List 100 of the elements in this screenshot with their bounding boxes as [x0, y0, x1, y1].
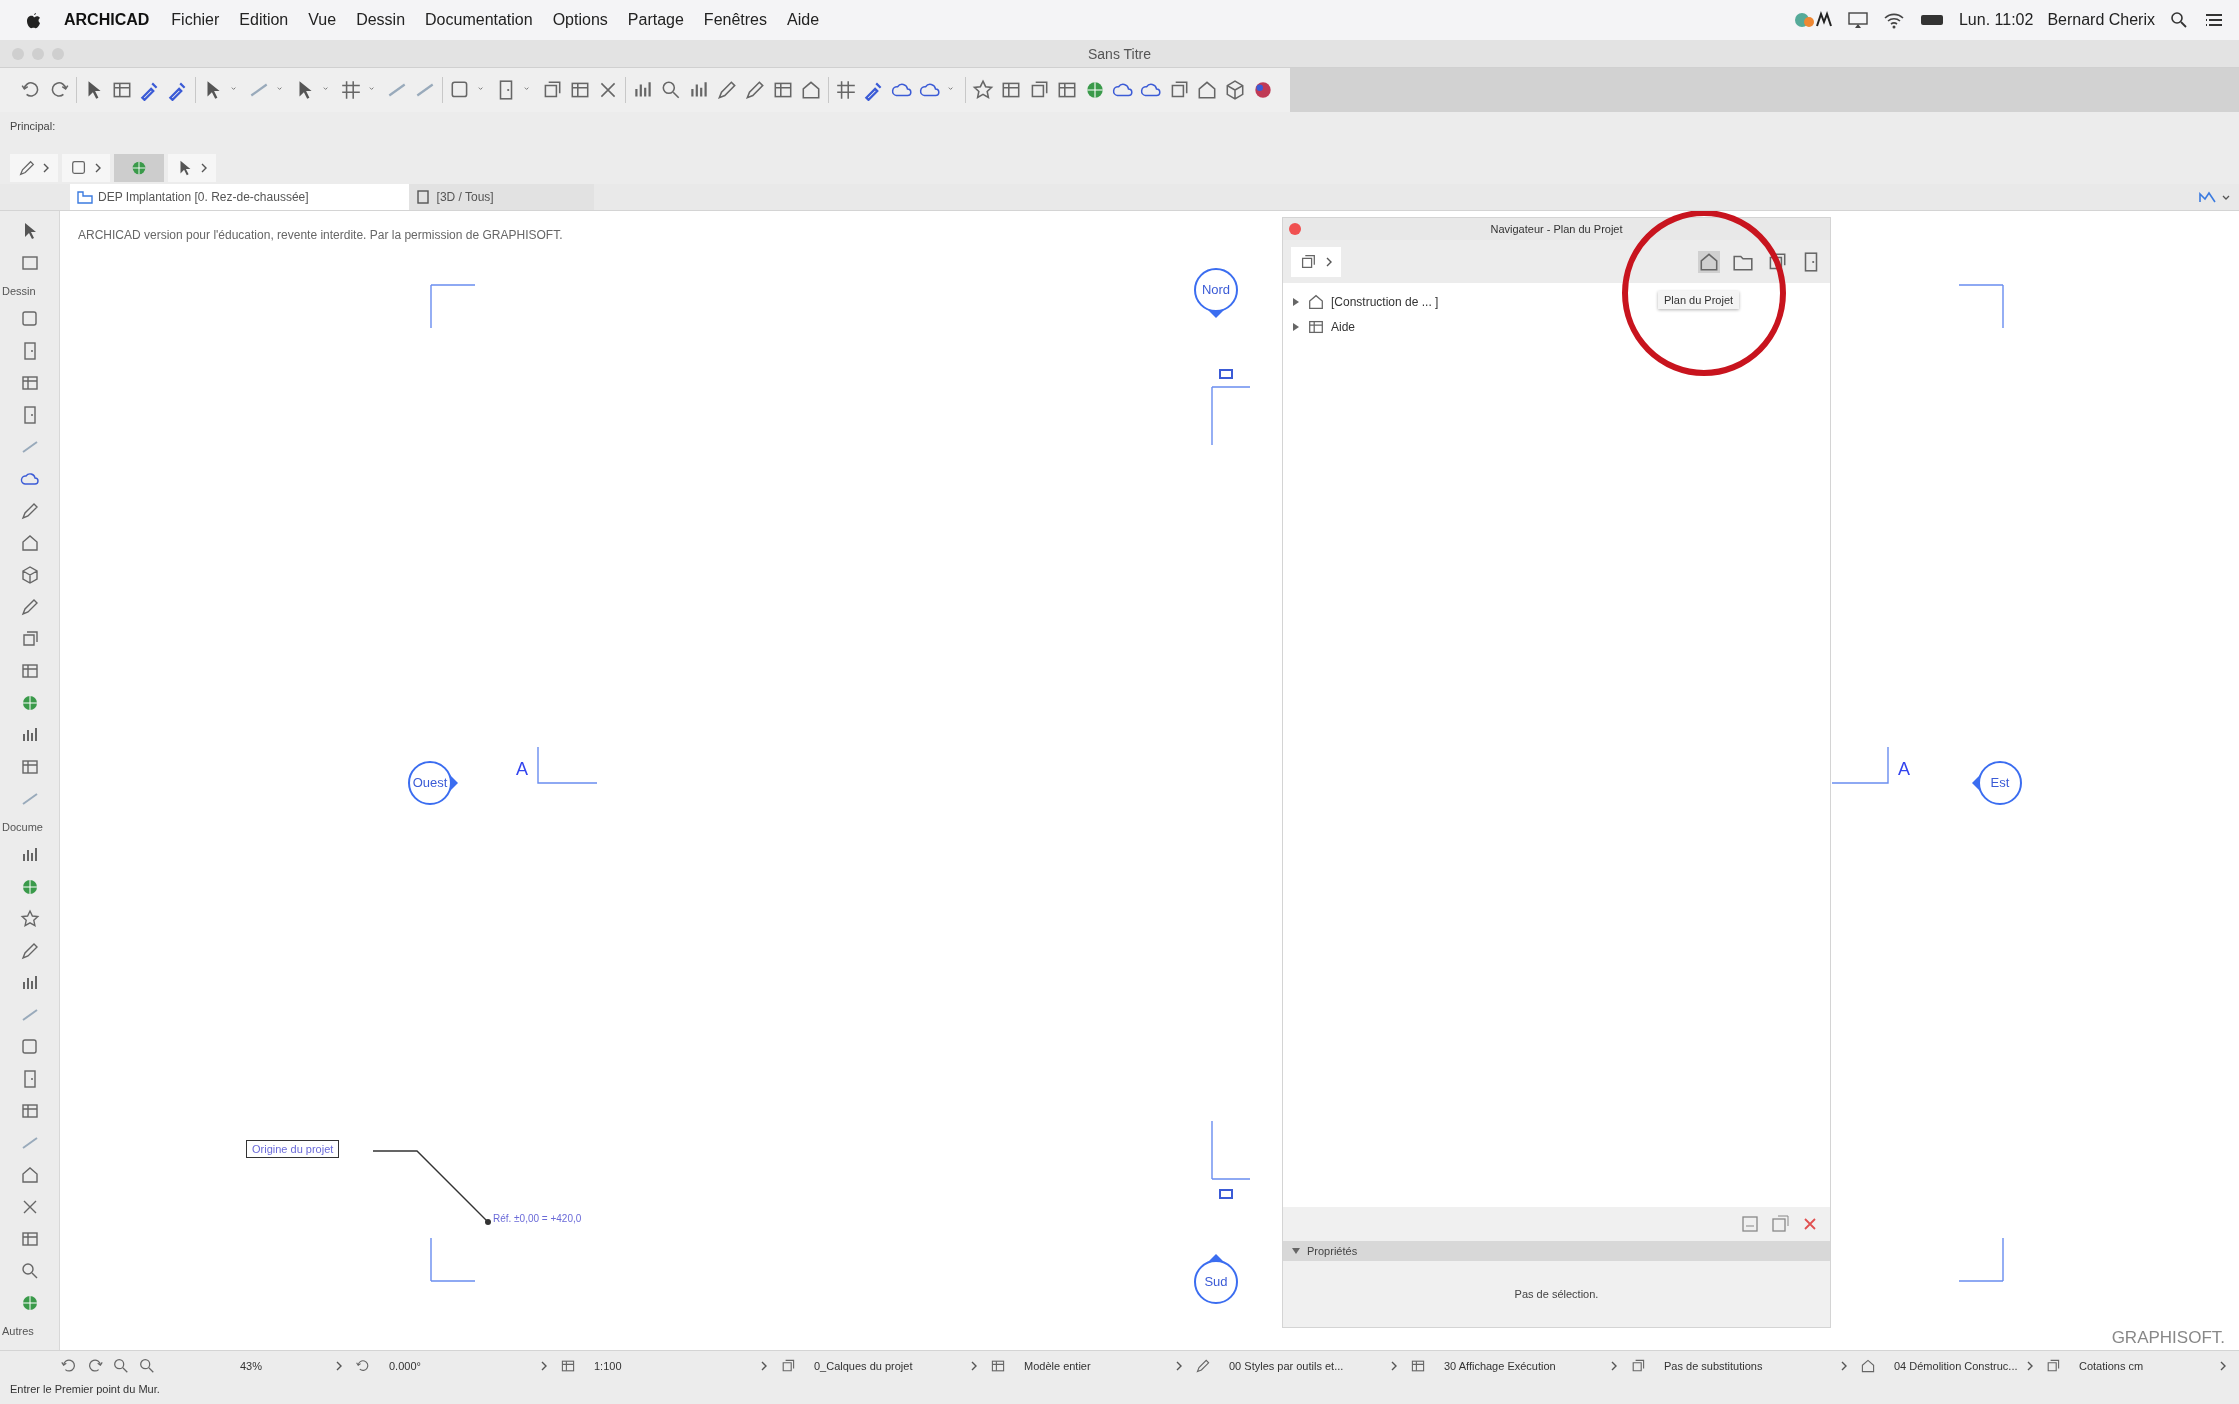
star-icon[interactable] [972, 79, 994, 101]
pencil-icon[interactable] [19, 501, 40, 521]
menu-item[interactable]: Fichier [171, 11, 220, 29]
chevron-icon[interactable] [1840, 1359, 1848, 1372]
cube-icon[interactable] [1224, 79, 1246, 101]
magnifier-icon[interactable] [138, 1356, 156, 1375]
menu-item[interactable]: Fenêtres [703, 11, 767, 29]
sphere-icon[interactable] [1252, 79, 1274, 101]
pencil-icon[interactable] [716, 79, 738, 101]
toolbox-section-label[interactable]: Autres [0, 1325, 34, 1337]
house-icon[interactable] [19, 1165, 40, 1185]
properties-header[interactable]: Propriétés [1283, 1241, 1830, 1261]
stacked-sheets-icon[interactable] [1630, 1357, 1646, 1374]
status-field[interactable]: 30 Affichage Exécution [1434, 1359, 1602, 1372]
house-icon[interactable] [19, 533, 40, 553]
expand-triangle-icon[interactable] [1291, 1246, 1301, 1256]
pencil-icon[interactable] [1195, 1357, 1211, 1374]
cube-icon[interactable] [19, 565, 40, 585]
properties-message: Pas de sélection. [1514, 1288, 1599, 1300]
grid-icon[interactable] [835, 79, 857, 101]
undo-icon[interactable] [355, 1357, 371, 1374]
crop-mark [1211, 1120, 1251, 1180]
menu-item[interactable]: Partage [627, 11, 684, 29]
status-field[interactable]: 0_Calques du projet [804, 1359, 962, 1372]
toolbox-section-label[interactable]: Dessin [0, 285, 36, 297]
stacked-sheets-icon[interactable] [780, 1357, 796, 1374]
origin-label: Origine du projet [246, 1140, 340, 1158]
menu-item[interactable]: Documentation [425, 11, 533, 29]
chevron-icon[interactable] [2025, 1359, 2034, 1372]
chevron-icon[interactable] [970, 1359, 978, 1372]
status-field[interactable]: Cotations cm [2069, 1359, 2211, 1372]
view-tab[interactable]: [3D / Tous] [408, 184, 594, 210]
status-field[interactable]: 04 Démolition Construc... [1884, 1359, 2018, 1372]
chevron-icon[interactable] [1390, 1359, 1398, 1372]
chevron-icon[interactable] [94, 162, 102, 174]
tooltip: Plan du Projet [1658, 291, 1740, 309]
magnifier-icon[interactable] [19, 1261, 40, 1281]
chevron-icon[interactable] [2219, 1359, 2227, 1372]
chevron-icon[interactable] [42, 162, 50, 174]
table-icon[interactable] [19, 661, 40, 681]
view-map-selector[interactable] [1291, 246, 1341, 277]
expand-triangle-icon[interactable] [1291, 296, 1301, 307]
apple-logo-icon[interactable] [24, 10, 42, 30]
chevron-icon[interactable] [540, 1359, 548, 1372]
tree-item[interactable]: Aide [1283, 314, 1356, 339]
elevation-marker-label: Ouest [411, 775, 449, 790]
marquee-icon[interactable] [19, 253, 40, 273]
menu-item[interactable]: Aide [787, 11, 820, 29]
user-name[interactable]: Bernard Cherix [2047, 11, 2155, 29]
menu-item[interactable]: Options [552, 11, 608, 29]
expand-triangle-icon[interactable] [1291, 321, 1301, 332]
menu-item[interactable]: Edition [239, 11, 289, 29]
stacked-sheets-icon [1299, 252, 1317, 271]
app-menu[interactable]: ARCHICAD [64, 11, 150, 29]
status-indicator-icon[interactable] [1792, 10, 1833, 30]
chevron-icon[interactable] [1610, 1359, 1618, 1372]
grid-icon[interactable] [340, 79, 362, 101]
menu-item[interactable]: Dessin [356, 11, 406, 29]
pencil-icon[interactable] [19, 941, 40, 961]
view-tab[interactable]: DEP Implantation [0. Rez-de-chaussée] [70, 184, 409, 210]
house-icon[interactable] [800, 79, 822, 101]
brand-text: GRAPHISOFT. [2111, 1328, 2225, 1348]
magnifier-icon[interactable] [112, 1356, 130, 1375]
table-icon[interactable] [19, 1229, 40, 1249]
element-selector[interactable] [62, 154, 110, 182]
chevron-icon[interactable] [1175, 1359, 1183, 1372]
display-icon[interactable] [1846, 10, 1869, 30]
table-icon[interactable] [19, 373, 40, 393]
status-field[interactable]: 1:100 [584, 1359, 752, 1372]
menu-item[interactable]: Vue [308, 11, 337, 29]
prompt-text: Entrer le Premier point du Mur. [10, 1383, 160, 1395]
pencil-icon[interactable] [744, 79, 766, 101]
status-field[interactable]: Pas de substitutions [1654, 1359, 1832, 1372]
magnifier-icon[interactable] [660, 79, 682, 101]
pencil-icon[interactable] [19, 597, 40, 617]
star-icon[interactable] [19, 909, 40, 929]
house-icon[interactable] [1196, 79, 1218, 101]
chevron-icon[interactable] [335, 1359, 343, 1372]
globe-icon[interactable] [1084, 79, 1106, 101]
chevron-icon[interactable] [760, 1359, 768, 1372]
house-icon[interactable] [1698, 250, 1720, 273]
stacked-sheets-icon[interactable] [2045, 1357, 2061, 1374]
toolbox-section-label[interactable]: Docume [0, 821, 43, 833]
close-button[interactable] [1289, 223, 1301, 235]
search-icon[interactable] [2169, 10, 2189, 30]
tree-item[interactable]: [Construction de ... ] [1283, 289, 1439, 314]
square-icon[interactable] [19, 309, 40, 329]
selection-tool-selector[interactable] [168, 154, 216, 182]
chevron-icon[interactable] [1325, 255, 1333, 268]
clock[interactable]: Lun. 11:02 [1958, 11, 2034, 29]
status-field[interactable]: Modèle entier [1014, 1359, 1167, 1372]
chevron-icon[interactable] [200, 162, 208, 174]
status-field[interactable]: 43% [230, 1359, 327, 1372]
table-icon[interactable] [19, 1101, 40, 1121]
status-field[interactable]: 00 Styles par outils et... [1219, 1359, 1382, 1372]
square-icon[interactable] [19, 1037, 40, 1057]
house-icon[interactable] [1860, 1357, 1876, 1374]
status-field[interactable]: 0.000° [379, 1359, 532, 1372]
table-icon[interactable] [19, 757, 40, 777]
layer-selector[interactable] [10, 154, 58, 182]
